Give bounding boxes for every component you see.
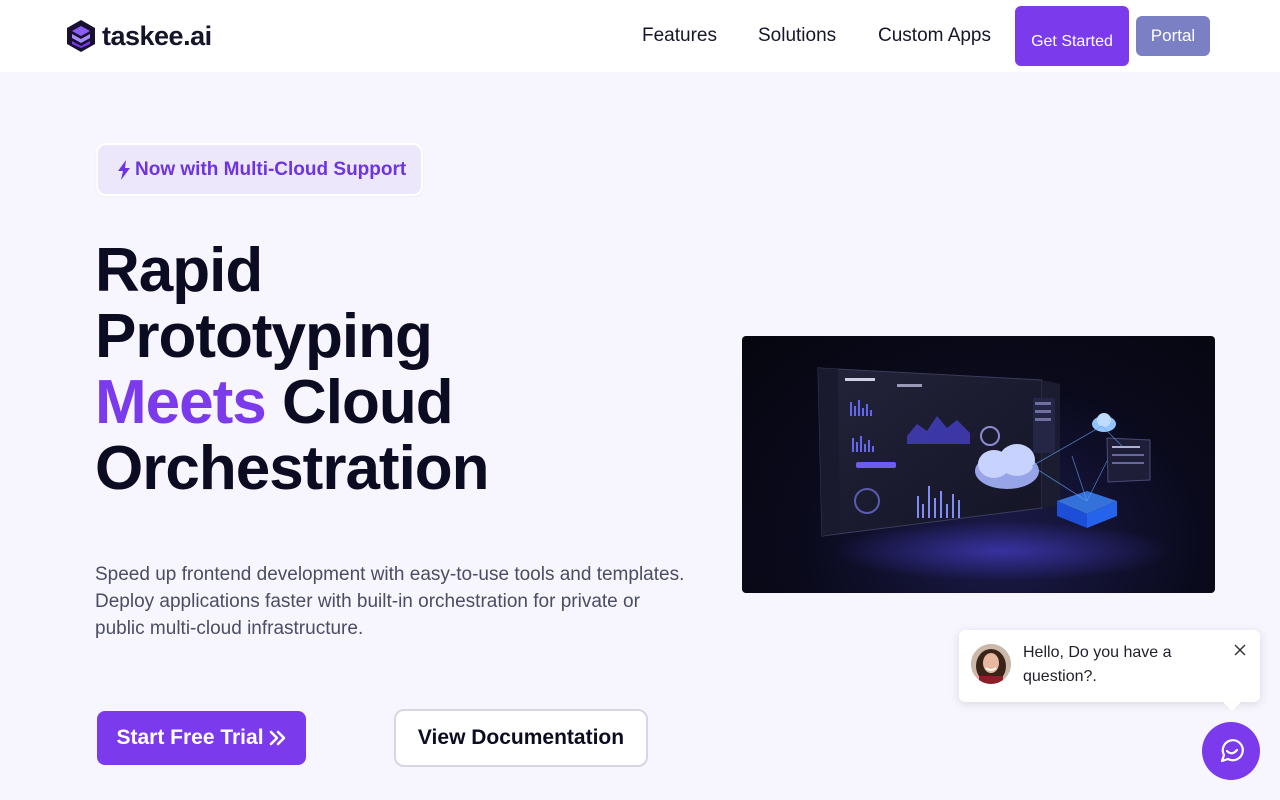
nav-custom-apps[interactable]: Custom Apps bbox=[878, 24, 991, 48]
view-documentation-button[interactable]: View Documentation bbox=[394, 709, 648, 767]
logo-icon bbox=[67, 20, 95, 52]
trial-label: Start Free Trial bbox=[116, 726, 264, 749]
support-agent-avatar-icon bbox=[971, 644, 1011, 684]
hero-headline: Rapid Prototyping Meets Cloud Orchestrat… bbox=[95, 238, 655, 502]
description-line-2: Deploy applications faster with built-in… bbox=[95, 591, 640, 639]
chat-close-button[interactable] bbox=[1231, 642, 1249, 660]
headline-line-3-rest: Cloud bbox=[265, 368, 454, 437]
hero-description: Speed up frontend development with easy-… bbox=[95, 561, 685, 642]
chat-bubble-icon bbox=[1220, 739, 1244, 763]
announcement-badge: Now with Multi-Cloud Support bbox=[96, 143, 423, 196]
chat-launcher-button[interactable] bbox=[1202, 722, 1260, 780]
portal-button[interactable]: Portal bbox=[1136, 16, 1210, 56]
headline-line-3: Meets Cloud bbox=[95, 370, 655, 436]
description-line-1: Speed up frontend development with easy-… bbox=[95, 564, 685, 585]
logo[interactable]: taskee.ai bbox=[66, 19, 212, 53]
double-chevron-right-icon bbox=[269, 730, 285, 746]
chat-popup: Hello, Do you have a question?. bbox=[959, 630, 1260, 711]
dashboard-illustration bbox=[817, 367, 1172, 581]
nav-features[interactable]: Features bbox=[642, 24, 717, 48]
nav-solutions[interactable]: Solutions bbox=[758, 24, 836, 48]
headline-accent: Meets bbox=[95, 368, 267, 437]
start-free-trial-button[interactable]: Start Free Trial bbox=[97, 711, 306, 765]
logo-text: taskee.ai bbox=[102, 20, 212, 51]
chat-message: Hello, Do you have a question?. bbox=[1023, 644, 1172, 685]
headline-line-4: Orchestration bbox=[95, 434, 490, 503]
bolt-icon bbox=[118, 159, 130, 180]
hero-dashboard-image bbox=[742, 336, 1215, 593]
headline-line-1: Rapid bbox=[95, 236, 263, 305]
avatar bbox=[971, 644, 1011, 684]
headline-line-2: Prototyping bbox=[95, 302, 433, 371]
close-icon bbox=[1234, 644, 1246, 655]
site-header: taskee.ai Features Solutions Custom Apps… bbox=[0, 0, 1280, 72]
badge-text: Now with Multi-Cloud Support bbox=[135, 158, 407, 180]
get-started-button[interactable]: Get Started bbox=[1015, 6, 1129, 66]
